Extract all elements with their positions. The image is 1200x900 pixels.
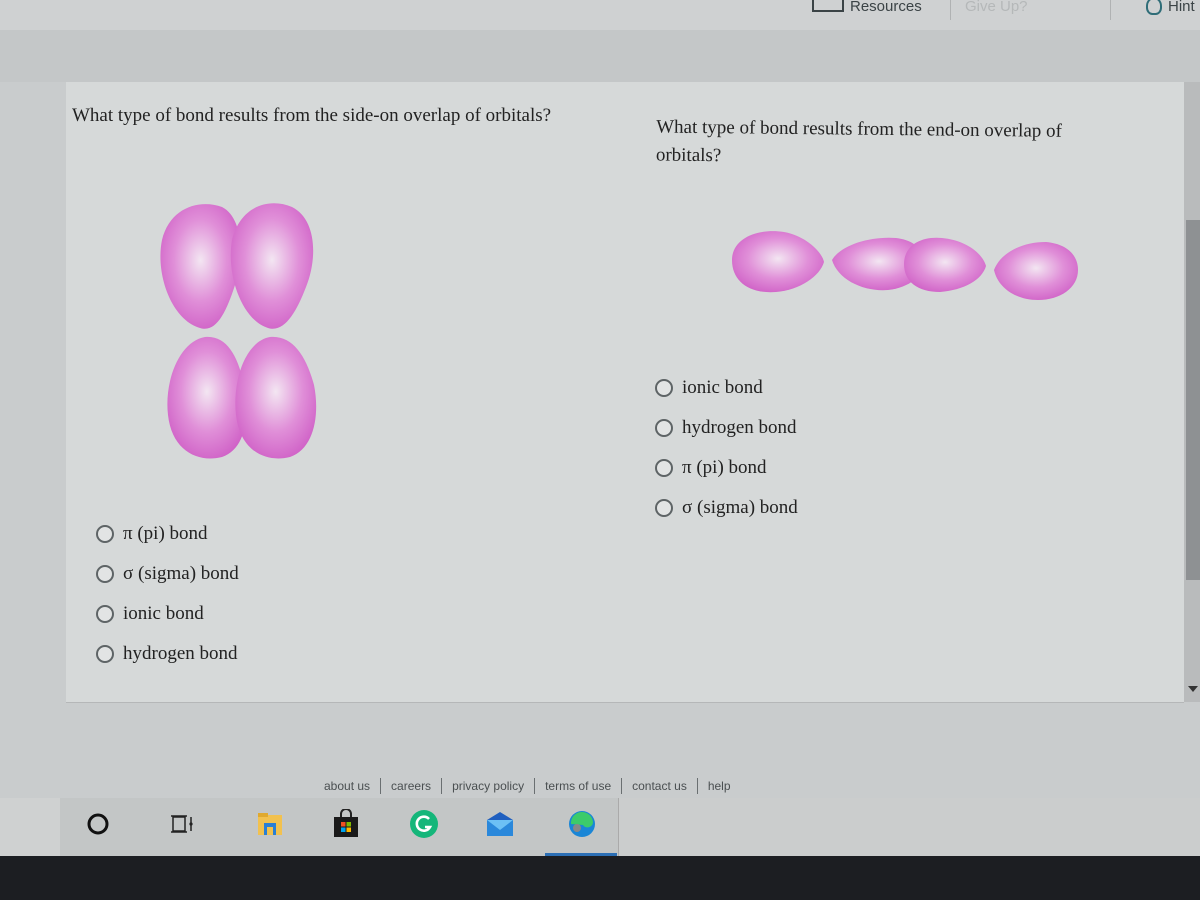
question-1-options: π (pi) bond σ (sigma) bond ionic bond hy… bbox=[96, 514, 239, 674]
end-on-overlap-diagram bbox=[732, 231, 1078, 300]
taskbar-start-area[interactable] bbox=[0, 798, 60, 856]
edge-icon[interactable] bbox=[566, 808, 598, 840]
lightbulb-icon bbox=[1146, 0, 1162, 15]
header-band bbox=[0, 30, 1200, 82]
option-label: π (pi) bond bbox=[682, 457, 767, 478]
option-label: π (pi) bond bbox=[123, 523, 208, 544]
mail-icon[interactable] bbox=[484, 808, 516, 840]
orbital-lobe bbox=[235, 336, 317, 459]
hint-label: Hint bbox=[1168, 0, 1195, 15]
option-hydrogen-bond[interactable]: hydrogen bond bbox=[655, 408, 798, 448]
footer-link-terms-of-use[interactable]: terms of use bbox=[535, 779, 621, 793]
resources-label: Resources bbox=[850, 0, 922, 15]
option-hydrogen-bond[interactable]: hydrogen bond bbox=[96, 634, 239, 674]
option-label: σ (sigma) bond bbox=[123, 563, 239, 584]
task-view-icon[interactable] bbox=[166, 808, 198, 840]
footer-links: about us careers privacy policy terms of… bbox=[314, 778, 741, 794]
question-1-text: What type of bond results from the side-… bbox=[72, 105, 552, 126]
radio-button[interactable] bbox=[96, 645, 114, 663]
footer-link-privacy-policy[interactable]: privacy policy bbox=[442, 779, 534, 793]
footer-link-about-us[interactable]: about us bbox=[314, 779, 380, 793]
taskbar-empty-area bbox=[618, 798, 1200, 856]
orbital-lobe bbox=[732, 231, 824, 293]
option-pi-bond[interactable]: π (pi) bond bbox=[655, 448, 798, 488]
radio-button[interactable] bbox=[96, 605, 114, 623]
top-toolbar: Resources Give Up? Hint bbox=[0, 0, 1200, 31]
scroll-down-arrow-icon[interactable] bbox=[1188, 686, 1198, 692]
option-ionic-bond[interactable]: ionic bond bbox=[655, 368, 798, 408]
radio-button[interactable] bbox=[655, 379, 673, 397]
question-2-options: ionic bond hydrogen bond π (pi) bond σ (… bbox=[655, 368, 798, 528]
footer-link-careers[interactable]: careers bbox=[381, 779, 441, 793]
resources-button[interactable]: Resources bbox=[812, 0, 922, 20]
hint-button[interactable]: Hint bbox=[1146, 0, 1195, 20]
footer-link-contact-us[interactable]: contact us bbox=[622, 779, 697, 793]
option-sigma-bond[interactable]: σ (sigma) bond bbox=[655, 488, 798, 528]
radio-button[interactable] bbox=[655, 459, 673, 477]
resources-icon bbox=[812, 0, 844, 12]
orbital-lobe bbox=[160, 204, 241, 329]
radio-button[interactable] bbox=[96, 525, 114, 543]
option-label: hydrogen bond bbox=[123, 643, 238, 664]
radio-button[interactable] bbox=[655, 499, 673, 517]
orbital-lobe bbox=[904, 237, 986, 292]
option-label: σ (sigma) bond bbox=[682, 497, 798, 518]
side-on-overlap-diagram bbox=[160, 203, 317, 459]
orbital-lobe bbox=[230, 203, 314, 329]
option-pi-bond[interactable]: π (pi) bond bbox=[96, 514, 239, 554]
give-up-button[interactable]: Give Up? bbox=[950, 0, 1111, 20]
scrollbar-thumb[interactable] bbox=[1186, 220, 1200, 580]
search-circle-icon[interactable] bbox=[82, 808, 114, 840]
footer-link-help[interactable]: help bbox=[698, 779, 741, 793]
option-sigma-bond[interactable]: σ (sigma) bond bbox=[96, 554, 239, 594]
option-label: ionic bond bbox=[123, 603, 204, 624]
radio-button[interactable] bbox=[655, 419, 673, 437]
option-ionic-bond[interactable]: ionic bond bbox=[96, 594, 239, 634]
monitor-bezel bbox=[0, 856, 1200, 900]
question-2-text: What type of bond results from the end-o… bbox=[655, 116, 1063, 167]
grammarly-icon[interactable] bbox=[408, 808, 440, 840]
orbital-lobe bbox=[167, 336, 247, 459]
radio-button[interactable] bbox=[96, 565, 114, 583]
microsoft-store-icon[interactable] bbox=[330, 808, 362, 840]
give-up-label: Give Up? bbox=[965, 0, 1028, 15]
orbital-lobe bbox=[994, 242, 1078, 300]
file-explorer-icon[interactable] bbox=[254, 808, 286, 840]
option-label: hydrogen bond bbox=[682, 417, 797, 438]
option-label: ionic bond bbox=[682, 377, 763, 398]
